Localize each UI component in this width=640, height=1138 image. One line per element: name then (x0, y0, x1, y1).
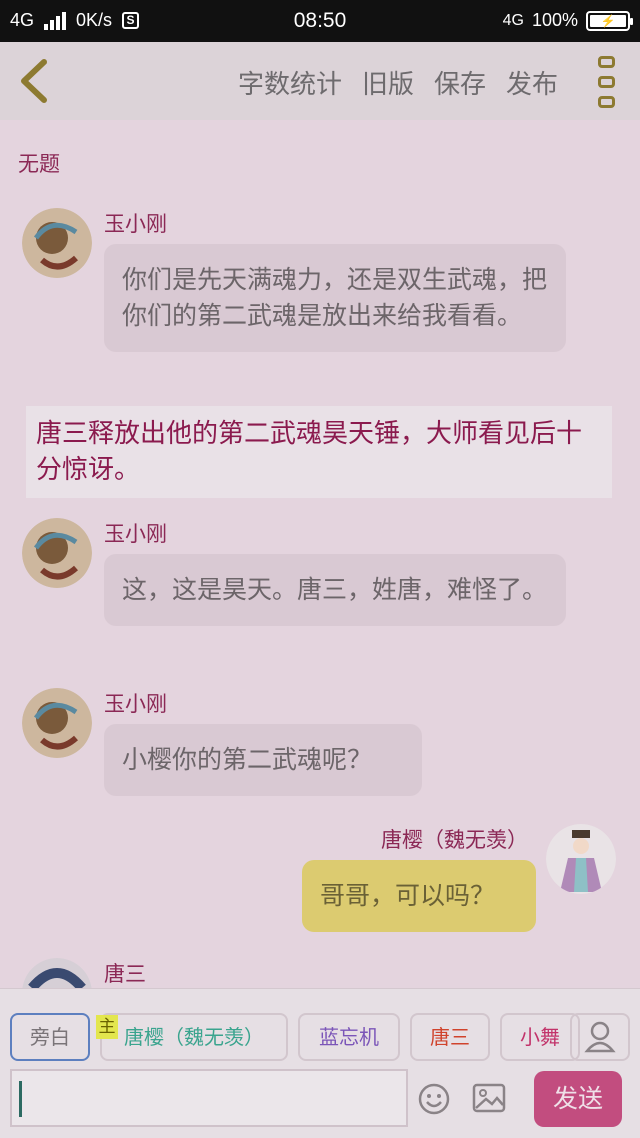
status-bar: 4G 0K/s S 08:50 4G 100% ⚡ (0, 0, 640, 42)
back-arrow-icon[interactable] (14, 58, 54, 104)
battery-level: 100% (531, 10, 578, 30)
top-toolbar: 字数统计 旧版 保存 发布 (0, 42, 640, 120)
avatar-tang-san[interactable] (22, 958, 92, 988)
composer-bar: 旁白 唐樱（魏无羡） 蓝忘机 唐三 小舞 主 发送 (0, 988, 640, 1138)
character-chip-lan-wangji[interactable]: 蓝忘机 (298, 1013, 400, 1061)
sender-name: 玉小刚 (104, 522, 167, 546)
main-character-badge: 主 (96, 1015, 118, 1039)
image-icon[interactable] (472, 1083, 506, 1113)
sender-name: 玉小刚 (104, 692, 167, 716)
send-button[interactable]: 发送 (534, 1071, 622, 1127)
emoji-icon[interactable] (418, 1083, 450, 1115)
message-bubble[interactable]: 哥哥，可以吗？ (302, 860, 536, 932)
sender-name: 唐三 (104, 962, 146, 986)
story-title[interactable]: 无题 (18, 148, 60, 178)
battery-icon: ⚡ (586, 10, 633, 31)
message-bubble[interactable]: 小樱你的第二武魂呢？ (104, 724, 422, 796)
character-chip-tang-san[interactable]: 唐三 (410, 1013, 490, 1061)
user-icon[interactable] (570, 1013, 630, 1061)
message-bubble[interactable]: 你们是先天满魂力，还是双生武魂，把你们的第二武魂是放出来给我看看。 (104, 244, 566, 352)
narration-block[interactable]: 唐三释放出他的第二武魂昊天锤，大师看见后十分惊讶。 (26, 406, 612, 498)
publish-button[interactable]: 发布 (506, 64, 558, 101)
network-type-right: 4G (502, 11, 524, 29)
character-chip-xiao-wu[interactable]: 小舞 (500, 1013, 580, 1061)
old-version-button[interactable]: 旧版 (362, 64, 414, 101)
character-chip-narrator[interactable]: 旁白 (10, 1013, 90, 1061)
avatar-tang-ying[interactable] (546, 824, 616, 894)
character-chip-tang-ying[interactable]: 唐樱（魏无羡） (100, 1013, 288, 1061)
sender-name: 唐樱（魏无羡） (381, 828, 528, 852)
message-bubble[interactable]: 这，这是昊天。唐三，姓唐，难怪了。 (104, 554, 566, 626)
avatar-yu-xiaogang[interactable] (22, 518, 92, 588)
avatar-yu-xiaogang[interactable] (22, 688, 92, 758)
sender-name: 玉小刚 (104, 212, 167, 236)
word-count-button[interactable]: 字数统计 (238, 64, 342, 101)
chat-area[interactable]: 无题 玉小刚 你们是先天满魂力，还是双生武魂，把你们的第二武魂是放出来给我看看。… (0, 120, 640, 988)
more-options-icon[interactable] (598, 56, 616, 108)
avatar-yu-xiaogang[interactable] (22, 208, 92, 278)
text-cursor (19, 1081, 22, 1117)
message-input[interactable] (10, 1069, 408, 1127)
save-button[interactable]: 保存 (434, 64, 486, 101)
